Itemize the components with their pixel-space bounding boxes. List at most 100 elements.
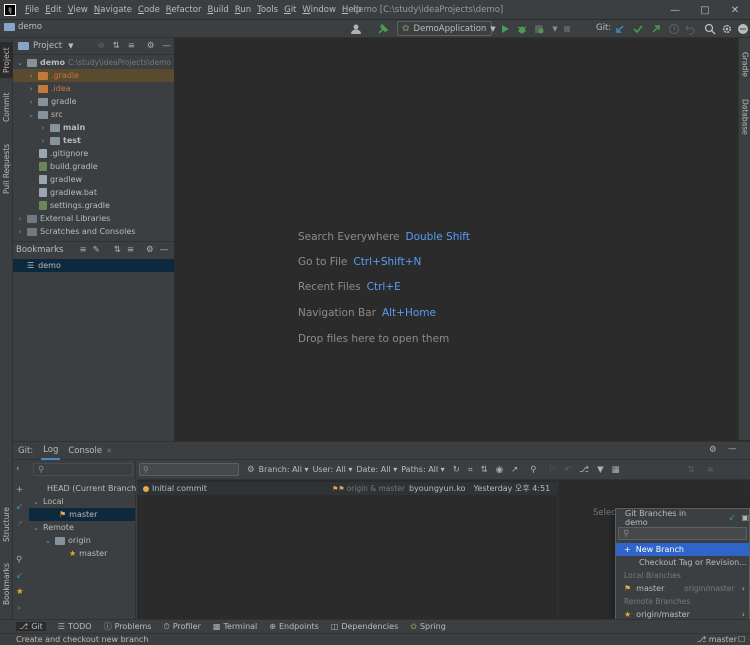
hide-panel-icon[interactable]: —	[162, 41, 171, 51]
breadcrumb-project[interactable]: demo	[18, 22, 42, 32]
cherry-pick-icon[interactable]: ⌗	[468, 465, 473, 475]
tree-item-gradle-hidden[interactable]: › .gradle	[13, 69, 174, 82]
tab-log[interactable]: Log	[41, 442, 61, 460]
add-bookmark-list-icon[interactable]: ≡	[80, 245, 87, 255]
filter-paths[interactable]: Paths: All ▾	[401, 465, 444, 474]
tree-item-external-libraries[interactable]: › External Libraries	[16, 212, 111, 225]
chevron-down-icon[interactable]: ⌄	[16, 59, 24, 67]
log-search-input[interactable]: ⚲	[139, 463, 239, 476]
revert-icon[interactable]: ↶	[564, 465, 571, 475]
breadcrumb[interactable]: demo	[4, 22, 42, 32]
menu-file[interactable]: File	[22, 0, 42, 20]
lock-icon[interactable]: ☐	[738, 634, 745, 645]
filter-funnel-icon[interactable]: ▼	[597, 465, 604, 475]
chevron-down-icon[interactable]: ⌄	[27, 111, 35, 119]
branch-group-local[interactable]: ⌄ Local	[32, 495, 64, 508]
tool-profiler[interactable]: ⏱ Profiler	[163, 622, 200, 632]
bookmark-list-item[interactable]: ☰ demo	[13, 259, 174, 272]
list-grid-icon[interactable]: ▦	[612, 465, 620, 475]
chevron-right-icon[interactable]: ›	[16, 228, 24, 236]
tool-tab-project[interactable]: Project	[0, 42, 13, 78]
tree-item-build-gradle[interactable]: build.gradle	[39, 160, 98, 173]
pin-icon[interactable]: ⚐	[549, 465, 557, 475]
git-push-icon[interactable]	[650, 23, 662, 35]
status-branch-widget[interactable]: ⎇ master	[697, 634, 737, 645]
fetch-icon[interactable]: ↙	[729, 513, 736, 522]
tree-item-scratches[interactable]: › Scratches and Consoles	[16, 225, 136, 238]
tool-spring[interactable]: ✿ Spring	[410, 622, 446, 631]
fetch-icon[interactable]: ↙	[16, 571, 23, 581]
jetbrains-logo-icon[interactable]	[737, 23, 749, 35]
menu-window[interactable]: Window	[299, 0, 339, 20]
close-icon[interactable]: ✕	[720, 0, 750, 20]
tree-item-main[interactable]: › main	[39, 121, 86, 134]
search-icon[interactable]: ⚲	[16, 555, 22, 565]
chevron-right-icon[interactable]: ›	[39, 137, 47, 145]
branch-remote-master[interactable]: ★ master	[69, 547, 107, 560]
collapse-icon[interactable]: ≡	[707, 465, 714, 475]
chevron-right-icon[interactable]: ›	[27, 98, 35, 106]
chevron-down-icon[interactable]: ▼	[68, 42, 73, 50]
edit-pencil-icon[interactable]: ✎	[93, 245, 100, 255]
new-branch-item[interactable]: + New Branch	[616, 543, 749, 556]
chevron-right-icon[interactable]: ›	[16, 215, 24, 223]
star-icon[interactable]: ★	[16, 587, 24, 597]
chevron-down-icon[interactable]: ⌄	[44, 537, 52, 545]
run-config-selector[interactable]: ✿ DemoApplication ▼	[397, 21, 496, 36]
collapse-all-icon[interactable]: ≡	[128, 41, 135, 51]
gear-icon[interactable]: ⚙	[147, 41, 155, 51]
tree-item-settings-gradle[interactable]: settings.gradle	[39, 199, 110, 212]
debug-icon[interactable]	[516, 23, 528, 35]
more-run-chevron-icon[interactable]: ▼	[549, 23, 561, 35]
search-everywhere-icon[interactable]	[704, 23, 716, 35]
menu-tools[interactable]: Tools	[254, 0, 281, 20]
menu-code[interactable]: Code	[135, 0, 163, 20]
local-branch-master-item[interactable]: ⚑ master origin/master ›	[616, 582, 749, 595]
tree-item-test[interactable]: › test	[39, 134, 81, 147]
run-icon[interactable]	[499, 23, 511, 35]
tool-tab-commit[interactable]: Commit	[0, 88, 13, 126]
menu-run[interactable]: Run	[232, 0, 254, 20]
tool-tab-database[interactable]: Database	[739, 94, 750, 140]
settings-gear-icon[interactable]	[721, 23, 733, 35]
tree-item-gitignore[interactable]: .gitignore	[39, 147, 88, 160]
tree-item-src[interactable]: ⌄ src	[27, 108, 63, 121]
branch-head[interactable]: HEAD (Current Branch)	[47, 482, 139, 495]
splitter[interactable]	[557, 480, 558, 620]
chevron-right-icon[interactable]: ›	[27, 85, 35, 93]
tool-dependencies[interactable]: ◫ Dependencies	[331, 622, 399, 631]
gear-icon[interactable]: ⚙	[146, 245, 154, 255]
commit-row[interactable]: Initial commit ⚑⚑ origin & master byoung…	[137, 482, 557, 495]
open-window-icon[interactable]: ▣	[741, 513, 749, 522]
collapse-linear-icon[interactable]: ⇅	[481, 465, 488, 475]
menu-refactor[interactable]: Refactor	[163, 0, 205, 20]
tool-tab-pull-requests[interactable]: Pull Requests	[0, 138, 13, 200]
tool-tab-gradle[interactable]: Gradle	[739, 44, 750, 84]
arrow-left-icon[interactable]: ‹	[16, 464, 19, 474]
filter-user[interactable]: User: All ▾	[313, 465, 353, 474]
tree-root-demo[interactable]: ⌄ demo C:\study\ideaProjects\demo	[16, 56, 171, 69]
filter-branch[interactable]: Branch: All ▾	[259, 465, 309, 474]
menu-view[interactable]: View	[65, 0, 91, 20]
hide-panel-icon[interactable]: —	[160, 245, 169, 255]
menu-build[interactable]: Build	[204, 0, 231, 20]
git-update-icon[interactable]: ↙	[16, 502, 23, 512]
git-update-icon[interactable]	[614, 23, 626, 35]
branch-icon[interactable]: ⎇	[579, 465, 589, 475]
collapse-all-icon[interactable]: ≡	[127, 245, 134, 255]
tool-git[interactable]: ⎇ Git	[16, 622, 46, 631]
project-panel-title[interactable]: Project	[33, 41, 62, 51]
tree-item-gradlew-bat[interactable]: gradlew.bat	[39, 186, 97, 199]
git-commit-check-icon[interactable]	[632, 23, 644, 35]
chevron-right-icon[interactable]: ›	[27, 72, 35, 80]
rollback-icon[interactable]	[684, 23, 696, 35]
tool-tab-bookmarks[interactable]: Bookmarks	[0, 558, 13, 610]
tree-item-gradle[interactable]: › gradle	[27, 95, 77, 108]
tool-tab-structure[interactable]: Structure	[0, 503, 13, 547]
minimize-icon[interactable]: —	[660, 0, 690, 20]
tool-endpoints[interactable]: ⊕ Endpoints	[269, 622, 318, 631]
chevron-down-icon[interactable]: ⌄	[32, 524, 40, 532]
refresh-icon[interactable]: ↻	[453, 465, 460, 475]
gear-icon[interactable]: ⚙	[709, 445, 717, 455]
maximize-icon[interactable]: □	[690, 0, 720, 20]
